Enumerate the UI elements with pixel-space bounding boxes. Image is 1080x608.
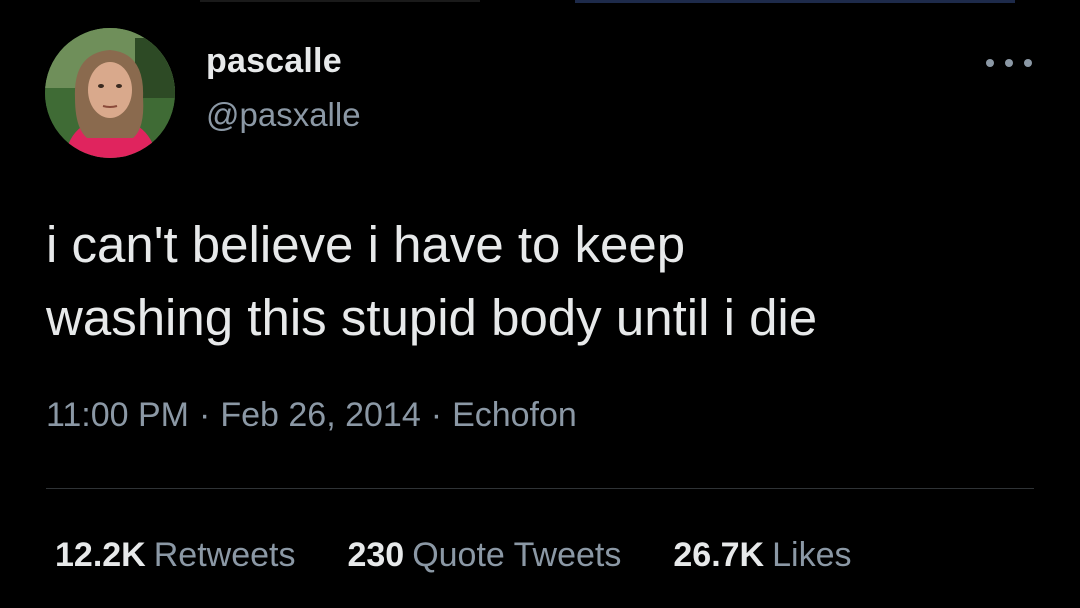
tweet-text-line: washing this stupid body until i die <box>46 289 818 346</box>
tweet-text-line: i can't believe i have to keep <box>46 216 686 273</box>
tweet-source[interactable]: Echofon <box>452 396 577 434</box>
avatar[interactable] <box>45 28 175 158</box>
more-dot <box>986 59 994 67</box>
meta-separator: · <box>199 396 211 434</box>
likes-stat[interactable]: 26.7K Likes <box>673 536 851 575</box>
user-handle[interactable]: @pasxalle <box>206 96 361 134</box>
quote-tweets-label: Quote Tweets <box>412 536 622 574</box>
meta-separator: · <box>430 396 443 434</box>
more-options-icon[interactable] <box>986 48 1032 78</box>
tweet-text: i can't believe i have to keep washing t… <box>46 208 1046 354</box>
retweets-count: 12.2K <box>55 536 146 574</box>
tweet-metadata: 11:00 PM · Feb 26, 2014 · Echofon <box>46 396 577 435</box>
stats-divider <box>46 488 1034 489</box>
retweets-stat[interactable]: 12.2K Retweets <box>55 536 295 575</box>
likes-label: Likes <box>772 536 852 574</box>
more-dot <box>1005 59 1013 67</box>
top-divider-right <box>575 0 1015 3</box>
likes-count: 26.7K <box>673 536 765 574</box>
avatar-photo <box>45 28 175 158</box>
quote-tweets-count: 230 <box>347 536 405 574</box>
more-dot <box>1024 59 1032 67</box>
quote-tweets-stat[interactable]: 230 Quote Tweets <box>347 536 621 575</box>
display-name[interactable]: pascalle <box>206 42 342 81</box>
top-divider-left <box>200 0 480 2</box>
retweets-label: Retweets <box>153 536 296 574</box>
tweet-date[interactable]: Feb 26, 2014 <box>220 396 420 434</box>
engagement-stats: 12.2K Retweets 230 Quote Tweets 26.7K Likes <box>55 536 851 575</box>
tweet-time[interactable]: 11:00 PM <box>46 396 189 434</box>
